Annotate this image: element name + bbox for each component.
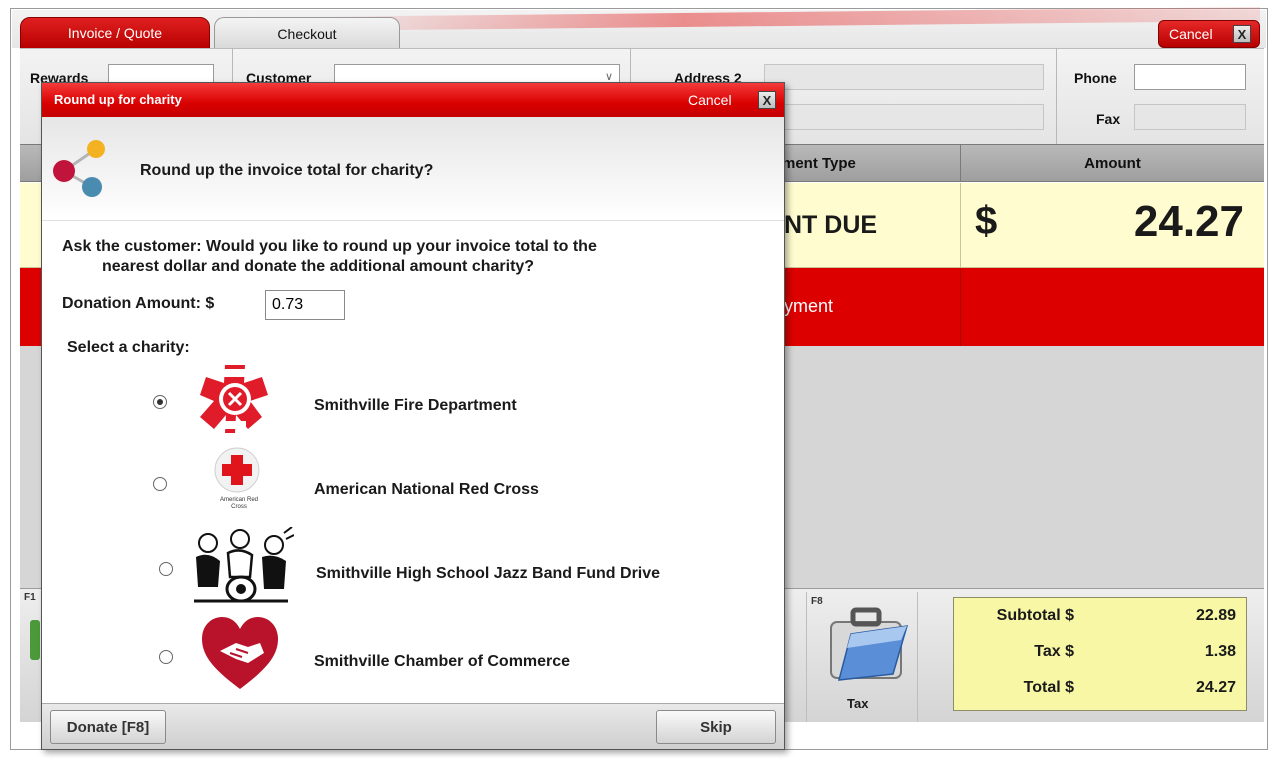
window-cancel-label: Cancel [1169, 26, 1213, 42]
amount-column-header: Amount [960, 144, 1264, 182]
ask-line-2: nearest dollar and donate the additional… [102, 258, 535, 275]
ask-customer-text: Ask the customer: Would you like to roun… [62, 237, 762, 277]
charity-option[interactable]: Smithville Fire Department [42, 355, 784, 437]
tax-row: Tax $ 1.38 [954, 643, 1246, 673]
amount-due-value-cell: $ 24.27 [960, 183, 1264, 268]
total-row: Total $ 24.27 [954, 679, 1246, 709]
window-cancel-button[interactable]: Cancel X [1158, 20, 1260, 48]
payment-amount-cell[interactable] [960, 268, 1264, 346]
donation-amount-label: Donation Amount: $ [62, 295, 215, 312]
f-key-label: F1 [24, 592, 36, 603]
phone-label: Phone [1074, 70, 1117, 86]
tax-value: 1.38 [1204, 643, 1236, 660]
charity-option[interactable]: Smithville Chamber of Commerce [42, 613, 784, 695]
jazz-band-illustration-icon [188, 527, 294, 607]
tax-button-label: Tax [847, 696, 869, 711]
city-state-input[interactable] [764, 104, 1044, 130]
amount-due-label: NT DUE [784, 211, 878, 239]
tax-function-button[interactable]: F8 Tax [806, 592, 918, 722]
charity-name: Smithville Chamber of Commerce [314, 653, 571, 670]
dialog-cancel-button[interactable]: Cancel [688, 92, 732, 108]
subtotal-value: 22.89 [1195, 607, 1236, 624]
charity-option[interactable]: American Red Cross American National Red… [42, 441, 784, 511]
tab-invoice-quote[interactable]: Invoice / Quote [20, 17, 210, 49]
close-icon[interactable]: X [1233, 25, 1251, 43]
radio-selected[interactable] [153, 395, 167, 409]
address2-input[interactable] [764, 64, 1044, 90]
fax-label: Fax [1096, 111, 1121, 127]
dialog-title-bar: Round up for charity Cancel X [42, 83, 784, 117]
payment-type-header-label: ment Type [782, 154, 856, 172]
donate-button[interactable]: Donate [F8] [50, 710, 166, 744]
tax-exempt-icon [830, 607, 909, 681]
fax-input[interactable] [1134, 104, 1246, 130]
dialog-title: Round up for charity [54, 92, 182, 107]
dialog-close-icon[interactable]: X [758, 91, 776, 109]
subtotal-label: Subtotal $ [996, 607, 1074, 624]
total-value: 24.27 [1195, 679, 1236, 696]
tax-label: Tax $ [1034, 643, 1074, 660]
header-divider [1056, 48, 1057, 144]
total-label: Total $ [1023, 679, 1074, 696]
ask-line-1: Ask the customer: Would you like to roun… [62, 238, 597, 255]
pos-app: Invoice / Quote Checkout Cancel X Reward… [0, 0, 1269, 758]
due-amount: 24.27 [1133, 197, 1244, 246]
dialog-footer: Donate [F8] Skip [42, 703, 784, 749]
red-cross-icon [214, 447, 260, 493]
charity-option[interactable]: Smithville High School Jazz Band Fund Dr… [42, 523, 784, 609]
radio-unselected[interactable] [159, 650, 173, 664]
radio-unselected[interactable] [159, 562, 173, 576]
donation-amount-input[interactable] [265, 290, 345, 320]
subtotal-row: Subtotal $ 22.89 [954, 607, 1246, 637]
amount-header-label: Amount [1084, 154, 1141, 172]
payment-method-icon[interactable] [30, 620, 40, 660]
fire-department-emblem-icon [200, 365, 268, 433]
totals-panel: Subtotal $ 22.89 Tax $ 1.38 Total $ 24.2… [953, 597, 1247, 711]
share-nodes-icon [53, 140, 105, 197]
charity-name: Smithville High School Jazz Band Fund Dr… [316, 565, 661, 582]
due-currency: $ [975, 199, 998, 243]
skip-button[interactable]: Skip [656, 710, 776, 744]
radio-unselected[interactable] [153, 477, 167, 491]
charity-roundup-dialog: Round up for charity Cancel X Round up t… [41, 82, 785, 750]
charity-name: Smithville Fire Department [314, 397, 517, 414]
red-cross-logo-text: American Red Cross [219, 497, 258, 510]
tab-checkout[interactable]: Checkout [214, 17, 400, 49]
payment-row-label: yment [784, 296, 834, 316]
charity-name: American National Red Cross [314, 481, 539, 498]
dialog-question: Round up the invoice total for charity? [140, 162, 434, 179]
heart-handshake-icon [202, 617, 278, 689]
phone-input[interactable] [1134, 64, 1246, 90]
